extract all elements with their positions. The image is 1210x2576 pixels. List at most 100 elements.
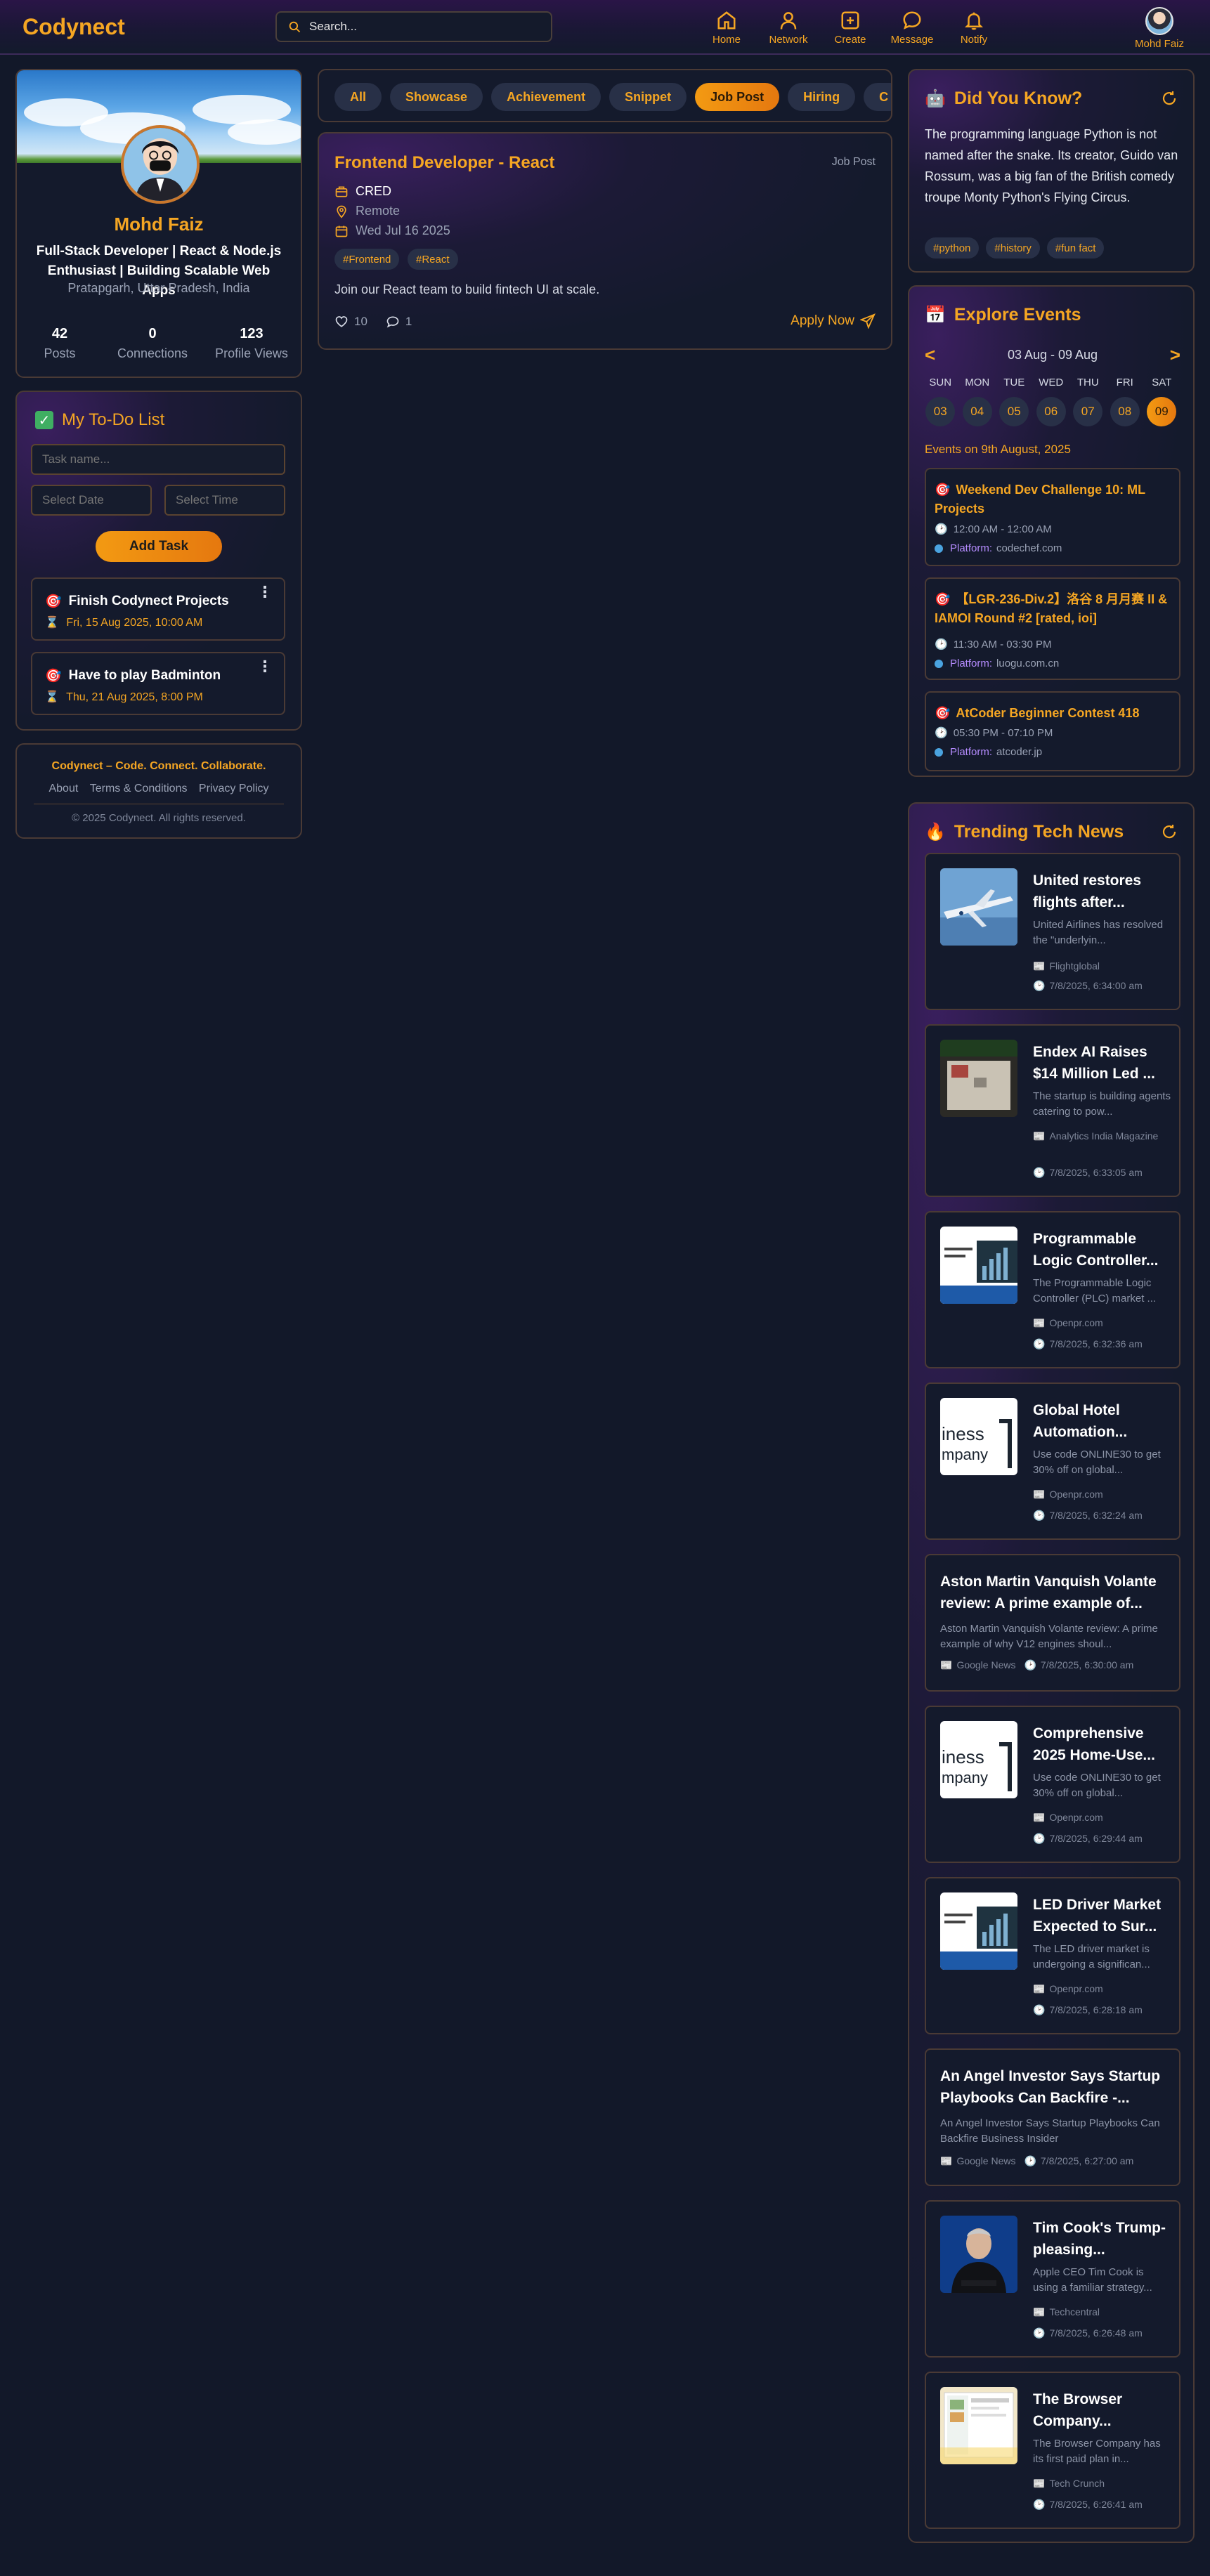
heart-icon[interactable] [334,315,349,329]
day-date[interactable]: 04 [962,397,992,426]
day-column[interactable]: SAT 09 [1143,377,1180,426]
post-type-label: Job Post [831,156,876,168]
post-tag[interactable]: #Frontend [334,249,400,270]
task-menu-icon[interactable]: ⋮ [257,584,273,600]
news-time-row: 🕑 7/8/2025, 6:34:00 am [1033,978,1171,993]
stat-posts[interactable]: 42 Posts [17,326,103,361]
fact-tag[interactable]: #fun fact [1046,237,1105,259]
add-task-button[interactable]: Add Task [96,531,222,562]
filter-chip-all[interactable]: All [334,83,382,111]
news-title: Comprehensive 2025 Home-Use... [1033,1725,1155,1763]
day-column[interactable]: TUE 05 [996,377,1033,426]
post-location: Remote [356,204,401,218]
day-column[interactable]: WED 06 [1033,377,1070,426]
comment-icon[interactable] [386,315,400,329]
filter-chip-snippet[interactable]: Snippet [609,83,687,111]
news-header: 🔥 Trending Tech News [925,822,1124,842]
filter-chip-achievement[interactable]: Achievement [491,83,601,111]
event-platform[interactable]: luogu.com.cn [996,658,1059,669]
next-week-button[interactable]: > [1170,344,1180,366]
fact-tag[interactable]: #history [986,237,1040,259]
event-card[interactable]: 🎯 【LGR-236-Div.2】洛谷 8 月月赛 II & IAMOI Roun… [925,577,1180,680]
news-item[interactable]: iness mpany Comprehensive 2025 Home-Use..… [925,1706,1180,1863]
filter-chip-showcase[interactable]: Showcase [390,83,483,111]
filter-chip-job-post[interactable]: Job Post [695,83,780,111]
day-date[interactable]: 08 [1110,397,1140,426]
task-menu-icon[interactable]: ⋮ [257,659,273,674]
task-name-input[interactable] [31,444,285,475]
event-platform[interactable]: codechef.com [996,542,1062,554]
day-date[interactable]: 06 [1036,397,1066,426]
briefcase-icon [335,186,348,197]
profile-avatar[interactable] [121,125,200,204]
market-report-image [940,1227,1017,1304]
news-item[interactable]: United restores flights after... United … [925,853,1180,1010]
news-source-row: 📰 Techcentral [1033,2304,1171,2320]
stat-connections[interactable]: 0 Connections [103,326,202,361]
nav-profile[interactable]: Mohd Faiz [1131,7,1188,50]
news-source: Openpr.com [1049,1983,1103,1994]
refresh-icon[interactable] [1161,823,1178,840]
post-title[interactable]: Frontend Developer - React [334,153,554,173]
day-date-selected[interactable]: 09 [1147,397,1177,426]
news-item[interactable]: Tim Cook's Trump-pleasing... Apple CEO T… [925,2200,1180,2358]
profile-name[interactable]: Mohd Faiz [17,214,301,235]
task-due-row: ⌛ Thu, 21 Aug 2025, 8:00 PM [45,690,203,704]
day-column[interactable]: FRI 08 [1107,377,1144,426]
svg-text:mpany: mpany [942,1446,988,1463]
news-item[interactable]: Aston Martin Vanquish Volante review: A … [925,1554,1180,1692]
task-date-input[interactable] [31,485,152,516]
footer-link-privacy[interactable]: Privacy Policy [199,783,269,795]
nav-network[interactable]: Network [757,10,819,46]
event-platform[interactable]: atcoder.jp [996,746,1042,758]
search-bar[interactable] [275,11,552,42]
post-tag[interactable]: #React [408,249,458,270]
event-card[interactable]: 🎯 AtCoder Beginner Contest 418 🕑 05:30 PM … [925,691,1180,771]
news-time-row: 🕑 7/8/2025, 6:29:44 am [1033,1831,1171,1846]
brand-logo[interactable]: Codynect [22,14,125,40]
news-title: Trending Tech News [954,822,1124,842]
todo-task[interactable]: 🎯 Have to play Badminton ⌛ Thu, 21 Aug 2… [31,652,285,715]
task-time-input[interactable] [164,485,285,516]
event-card[interactable]: 🎯 Weekend Dev Challenge 10: ML Projects 🕑… [925,468,1180,566]
task-due: Thu, 21 Aug 2025, 8:00 PM [66,691,203,703]
news-description: The Browser Company has its first paid p… [1033,2438,1161,2465]
filter-chip-hiring[interactable]: Hiring [788,83,856,111]
day-column[interactable]: THU 07 [1069,377,1107,426]
news-item[interactable]: iness mpany Global Hotel Automation... Us… [925,1382,1180,1540]
news-item[interactable]: An Angel Investor Says Startup Playbooks… [925,2048,1180,2186]
nav-notify[interactable]: Notify [943,10,1005,46]
day-column[interactable]: SUN 03 [922,377,959,426]
footer-link-terms[interactable]: Terms & Conditions [90,783,188,795]
day-date[interactable]: 03 [925,397,956,426]
refresh-icon[interactable] [1161,90,1178,107]
event-title-row: 🎯 Weekend Dev Challenge 10: ML Projects [935,480,1173,518]
newspaper-icon: 📰 [1033,2478,1046,2489]
fact-tag[interactable]: #python [925,237,980,259]
apply-now-button[interactable]: Apply Now [791,313,876,329]
news-item[interactable]: The Browser Company... The Browser Compa… [925,2372,1180,2529]
stat-profile-views[interactable]: 123 Profile Views [202,326,301,361]
prev-week-button[interactable]: < [925,344,935,366]
news-thumbnail [940,2216,1017,2293]
bell-icon [964,12,984,30]
day-date[interactable]: 07 [1073,397,1103,426]
todo-task[interactable]: 🎯 Finish Codynect Projects ⌛ Fri, 15 Aug… [31,577,285,641]
platform-label: Platform: [950,658,993,669]
news-item[interactable]: LED Driver Market Expected to Sur... The… [925,1877,1180,2034]
business-logo-image: iness mpany [940,1721,1017,1798]
globe-icon [935,544,943,553]
nav-home[interactable]: Home [696,10,757,46]
day-column[interactable]: MON 04 [959,377,996,426]
search-input[interactable] [309,20,541,34]
footer-link-about[interactable]: About [48,783,78,795]
filter-chip-more[interactable]: C [864,83,891,111]
news-item[interactable]: Programmable Logic Controller... The Pro… [925,1211,1180,1368]
day-date[interactable]: 05 [999,397,1029,426]
nav-message[interactable]: Message [881,10,943,46]
nav-create[interactable]: Create [819,10,881,46]
news-meta-row: 📰 Google News 🕑 7/8/2025, 6:30:00 am [940,1659,1133,1671]
news-item[interactable]: Endex AI Raises $14 Million Led ... The … [925,1024,1180,1197]
stat-label: Profile Views [215,346,288,360]
news-source: Flightglobal [1049,960,1100,972]
